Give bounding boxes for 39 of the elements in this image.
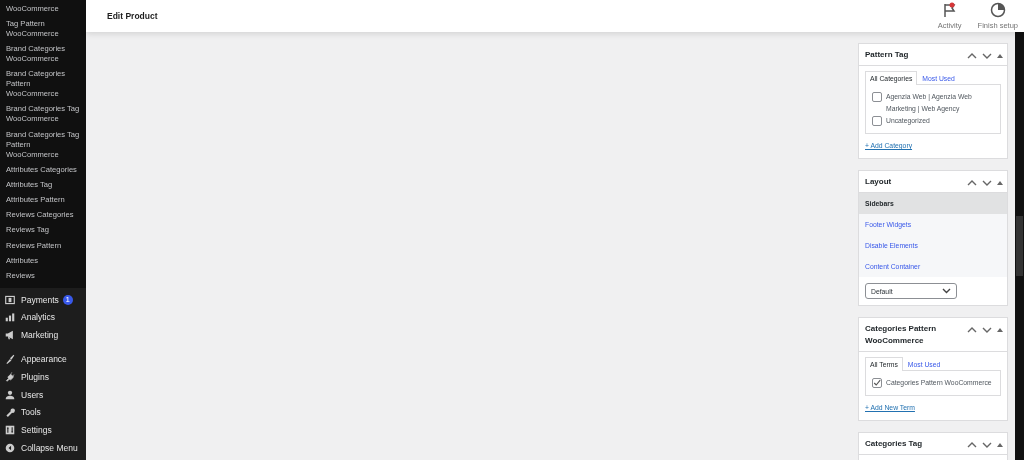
move-down-icon — [982, 52, 992, 60]
menu-item[interactable]: Appearance — [0, 350, 86, 368]
move-up-icon — [967, 179, 977, 187]
wrench-icon — [5, 407, 15, 418]
collapse-toggle-icon — [997, 443, 1003, 447]
move-up-icon — [967, 326, 977, 334]
progress-icon — [989, 2, 1006, 18]
bar-chart-icon — [5, 312, 15, 323]
panel-title: Pattern Tag — [865, 49, 909, 61]
payments-icon — [5, 294, 15, 305]
collapse-icon — [5, 442, 15, 453]
menu-item[interactable]: Users — [0, 385, 86, 404]
panel-title: Categories Tag — [865, 438, 923, 450]
panel-title: Categories Pattern WooCommerce — [865, 323, 938, 347]
move-down-icon — [982, 179, 992, 187]
panel-title: Layout — [865, 176, 892, 188]
menu-item[interactable]: Payments 1 — [0, 290, 86, 309]
move-up-icon — [967, 441, 977, 449]
menu-item[interactable]: Collapse Menu — [0, 439, 86, 457]
checkbox[interactable] — [872, 378, 882, 388]
page-title: Edit Product — [107, 11, 158, 21]
menu-item[interactable]: Settings — [0, 421, 86, 439]
move-up-icon — [967, 52, 977, 60]
move-down-icon — [982, 326, 992, 334]
chevron-down-icon — [942, 288, 951, 294]
menu-item[interactable]: Marketing — [0, 326, 86, 344]
menu-item[interactable]: Analytics — [0, 308, 86, 327]
checkbox[interactable] — [872, 116, 882, 126]
menu-item[interactable]: Tools — [0, 403, 86, 422]
scrollbar[interactable] — [1015, 32, 1024, 460]
checkbox[interactable] — [872, 92, 882, 102]
megaphone-icon — [5, 330, 15, 341]
collapse-toggle-icon — [997, 328, 1003, 332]
count-badge: 1 — [62, 294, 73, 305]
move-down-icon — [982, 441, 992, 449]
collapse-toggle-icon — [997, 54, 1003, 58]
user-icon — [5, 389, 15, 400]
collapse-toggle-icon — [997, 181, 1003, 185]
menu-item[interactable]: Plugins — [0, 367, 86, 386]
